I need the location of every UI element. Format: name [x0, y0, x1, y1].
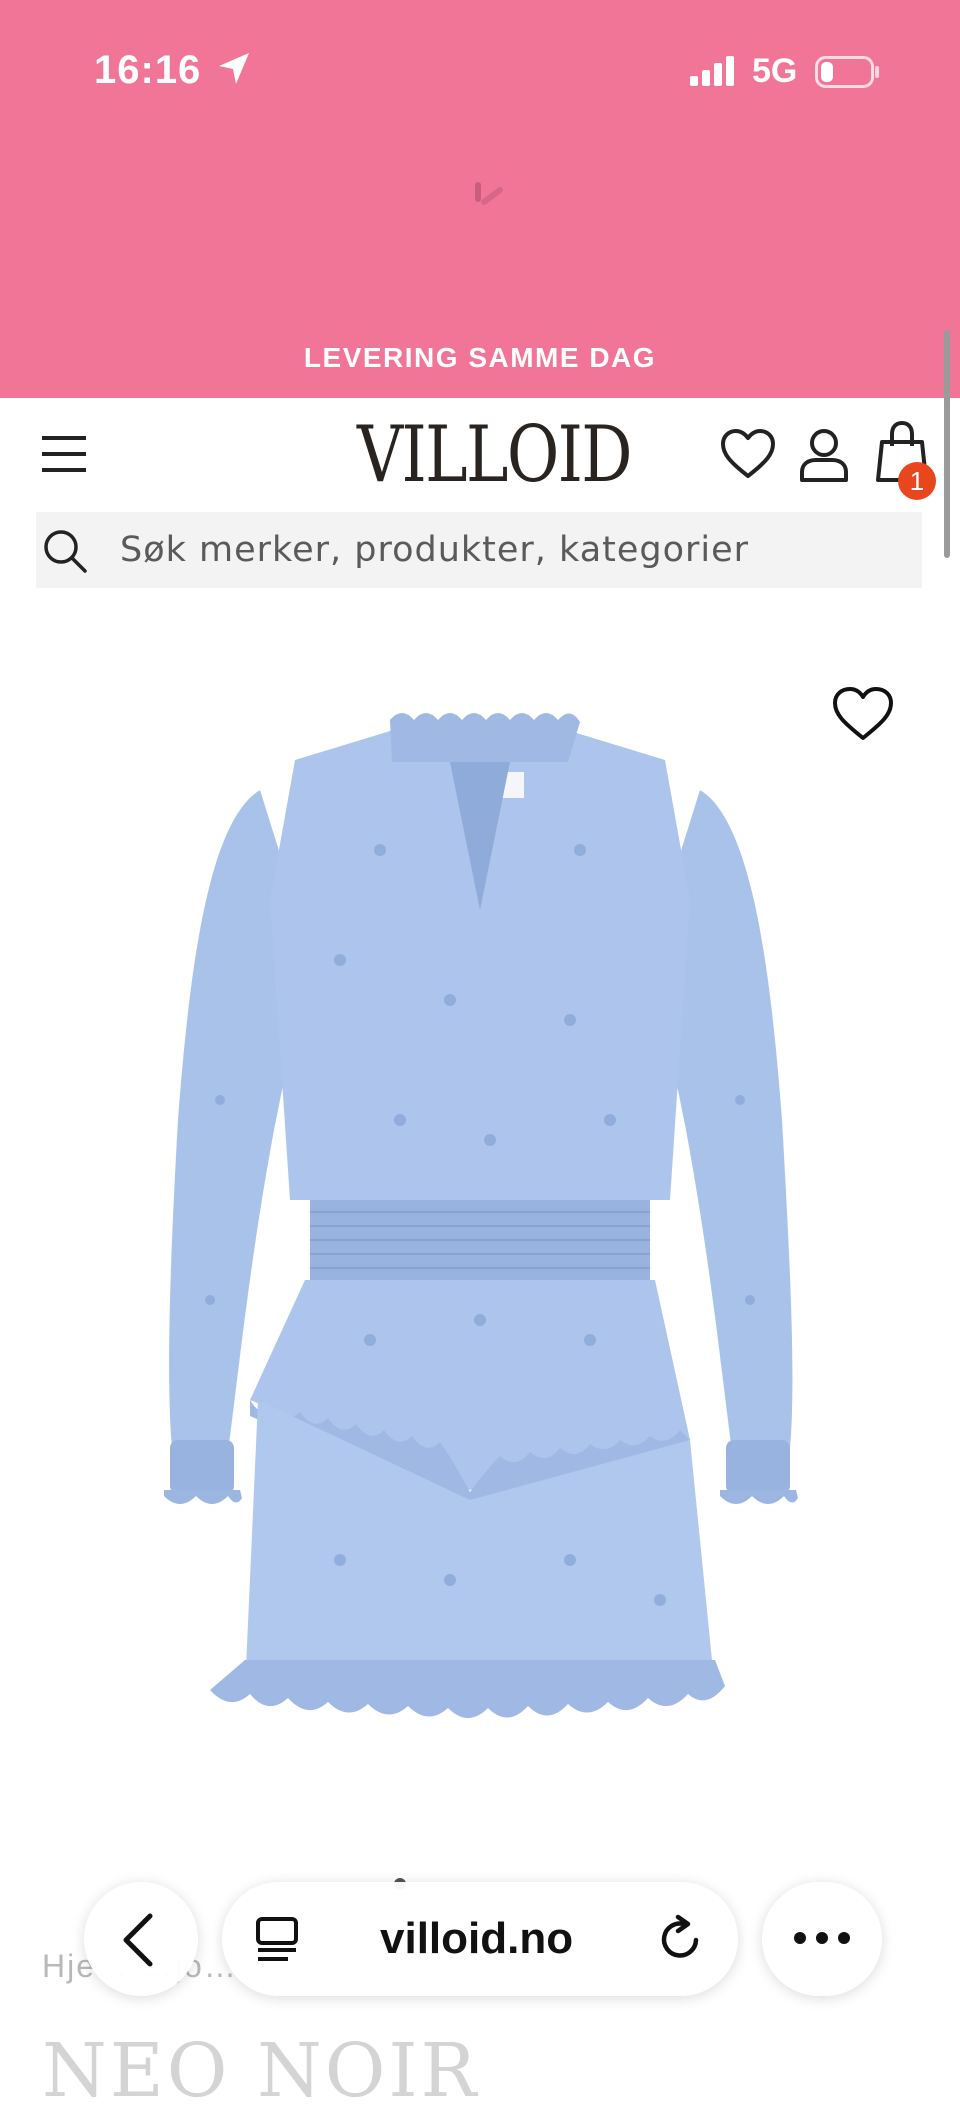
tabs-icon[interactable] — [254, 1916, 300, 1969]
status-time: 16:16 — [94, 48, 202, 92]
product-brand[interactable]: NEO NOIR — [42, 2028, 479, 2114]
product-image[interactable] — [150, 700, 810, 1790]
search-input[interactable] — [120, 512, 900, 588]
promo-text: LEVERING SAMME DAG — [303, 342, 657, 373]
favorite-icon[interactable] — [832, 686, 894, 747]
search-icon[interactable] — [42, 528, 88, 579]
reload-icon[interactable] — [656, 1914, 706, 1971]
network-label: 5G — [752, 52, 798, 90]
site-logo[interactable]: VILLOID — [357, 410, 633, 500]
user-icon[interactable] — [796, 426, 852, 489]
battery-icon — [815, 56, 881, 93]
location-arrow-icon — [216, 50, 252, 93]
signal-icon — [690, 56, 738, 93]
back-icon[interactable] — [118, 1912, 158, 1973]
cart-count-badge: 1 — [898, 462, 936, 500]
dress-illustration — [164, 713, 798, 1718]
spinner-icon — [470, 180, 510, 215]
menu-icon[interactable] — [40, 432, 88, 476]
url-text[interactable]: villoid.no — [380, 1914, 573, 1964]
heart-icon[interactable] — [720, 428, 776, 485]
scrollbar[interactable] — [944, 330, 950, 558]
more-icon[interactable] — [790, 1928, 854, 1953]
